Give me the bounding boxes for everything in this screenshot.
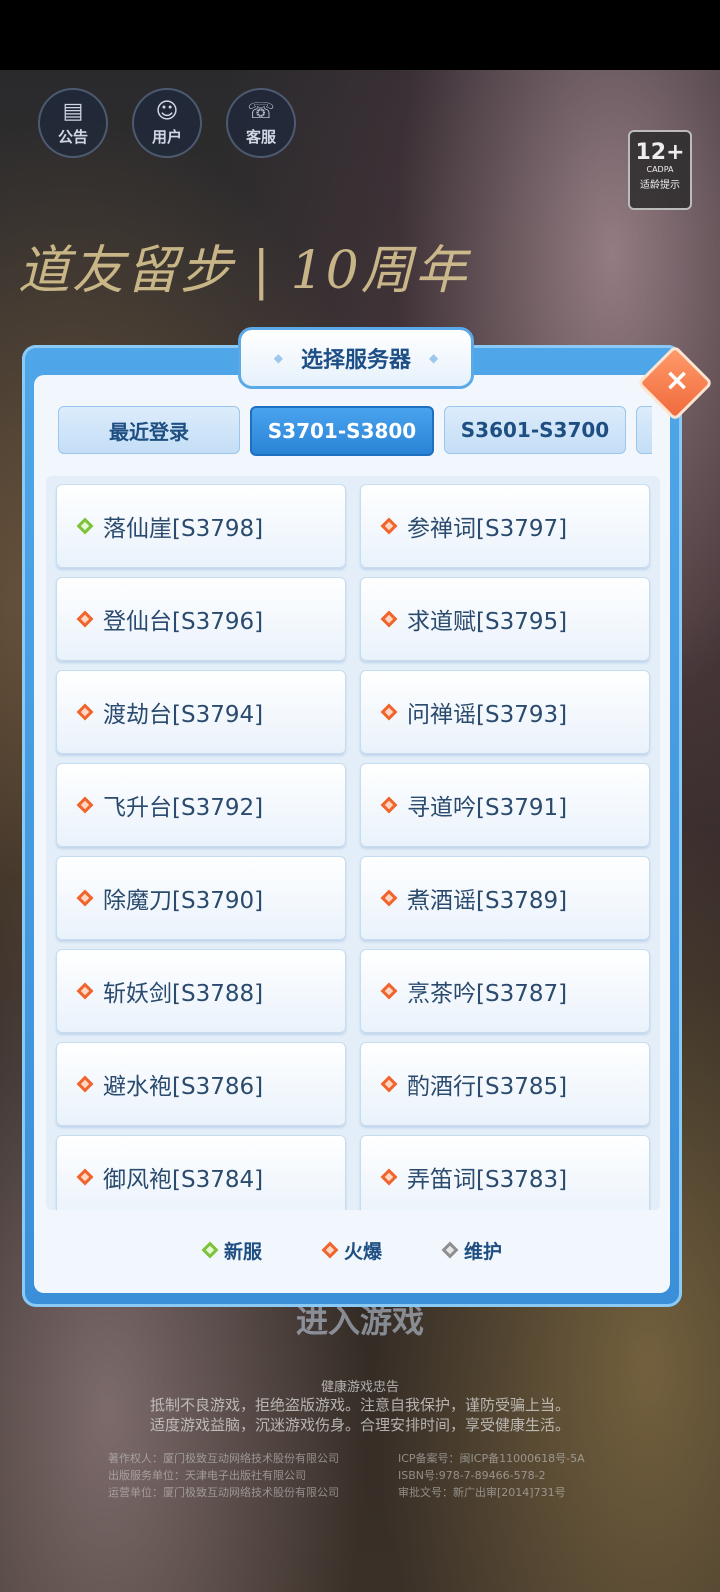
server-item[interactable]: 飞升台[S3792]: [56, 763, 346, 847]
server-item[interactable]: 落仙崖[S3798]: [56, 484, 346, 568]
credit-operator: 运营单位：厦门极致互动网络技术股份有限公司: [108, 1486, 339, 1499]
support-label: 客服: [245, 127, 276, 146]
hot-status-icon: [76, 889, 94, 907]
hot-status-icon: [380, 982, 398, 1000]
user-label: 用户: [151, 127, 182, 146]
dialog-title: 选择服务器: [300, 348, 411, 373]
server-name: 斩妖剑[S3788]: [103, 981, 264, 1007]
age-rating-badge[interactable]: 12+ CADPA 适龄提示: [628, 130, 692, 210]
server-item[interactable]: 寻道吟[S3791]: [360, 763, 650, 847]
server-item[interactable]: 问禅谣[S3793]: [360, 670, 650, 754]
hot-status-icon: [380, 703, 398, 721]
server-name: 飞升台[S3792]: [103, 795, 264, 821]
hot-status-icon: [76, 1075, 94, 1093]
tab-s3601-s3700[interactable]: S3601-S3700: [444, 406, 626, 454]
hot-status-icon: [380, 1075, 398, 1093]
notice-label: 公告: [57, 127, 88, 146]
age-rating-value: 12+: [635, 140, 685, 165]
credit-isbn: ISBN号:978-7-89466-578-2: [398, 1469, 546, 1482]
server-name: 煮酒谣[S3789]: [407, 888, 568, 914]
server-item[interactable]: 斩妖剑[S3788]: [56, 949, 346, 1033]
server-name: 酌酒行[S3785]: [407, 1074, 568, 1100]
tab-recent-login[interactable]: 最近登录: [58, 406, 240, 454]
hot-status-icon: [380, 610, 398, 628]
game-logo: 道友留步 | 10周年: [18, 241, 469, 301]
server-name: 烹茶吟[S3787]: [407, 981, 568, 1007]
server-name: 寻道吟[S3791]: [407, 795, 568, 821]
maintenance-status-icon: [441, 1241, 459, 1259]
hot-status-icon: [76, 610, 94, 628]
server-item[interactable]: 求道赋[S3795]: [360, 577, 650, 661]
server-name: 除魔刀[S3790]: [103, 888, 264, 914]
server-list[interactable]: 落仙崖[S3798] 参禅词[S3797] 登仙台[S3796] 求道赋[S3795]…: [46, 476, 660, 1210]
legend-hot: 火爆: [321, 1237, 382, 1264]
tab-next-partial[interactable]: [636, 406, 652, 454]
server-item[interactable]: 参禅词[S3797]: [360, 484, 650, 568]
health-notice-line-1: 抵制不良游戏，拒绝盗版游戏。注意自我保护，谨防受骗上当。: [149, 1396, 570, 1414]
hot-server-status-icon: [321, 1241, 339, 1259]
close-icon: ×: [664, 362, 690, 398]
server-item[interactable]: 酌酒行[S3785]: [360, 1042, 650, 1126]
age-rating-tip: 适龄提示: [640, 180, 680, 191]
health-notice-heading: 健康游戏忠告: [320, 1380, 399, 1395]
age-rating-org: CADPA: [646, 165, 674, 174]
server-name: 求道赋[S3795]: [407, 609, 568, 635]
hot-status-icon: [380, 1168, 398, 1186]
server-item[interactable]: 御风袍[S3784]: [56, 1135, 346, 1210]
server-name: 弄笛词[S3783]: [407, 1167, 568, 1193]
dialog-title-plate: ◆ 选择服务器 ◆: [238, 327, 474, 389]
hot-status-icon: [380, 796, 398, 814]
credit-copyright: 著作权人：厦门极致互动网络技术股份有限公司: [108, 1452, 339, 1465]
title-ornament-left-icon: ◆: [273, 351, 283, 365]
server-name: 御风袍[S3784]: [103, 1167, 264, 1193]
title-ornament-right-icon: ◆: [429, 351, 439, 365]
credit-publisher: 出版服务单位：天津电子出版社有限公司: [108, 1469, 306, 1482]
health-notice: 健康游戏忠告 抵制不良游戏，拒绝盗版游戏。注意自我保护，谨防受骗上当。 适度游戏…: [0, 1376, 720, 1435]
user-button[interactable]: ☺ 用户: [132, 88, 202, 158]
server-name: 问禅谣[S3793]: [407, 702, 568, 728]
user-icon: ☺: [155, 98, 179, 124]
publisher-credits: 著作权人：厦门极致互动网络技术股份有限公司 ICP备案号：闽ICP备110006…: [108, 1450, 608, 1501]
server-range-tabs: 最近登录 S3701-S3800 S3601-S3700: [58, 406, 652, 458]
status-bar: [0, 0, 720, 70]
new-status-icon: [76, 517, 94, 535]
hot-status-icon: [76, 703, 94, 721]
server-name: 渡劫台[S3794]: [103, 702, 264, 728]
server-grid: 落仙崖[S3798] 参禅词[S3797] 登仙台[S3796] 求道赋[S3795]…: [56, 484, 652, 1210]
server-name: 避水袍[S3786]: [103, 1074, 264, 1100]
server-name: 落仙崖[S3798]: [103, 516, 264, 542]
legend-new-label: 新服: [223, 1240, 262, 1263]
legend-maintenance-label: 维护: [464, 1240, 503, 1263]
legend-new: 新服: [201, 1237, 262, 1264]
status-legend: 新服 火爆 维护: [46, 1222, 660, 1278]
server-name: 参禅词[S3797]: [407, 516, 568, 542]
tab-s3701-s3800[interactable]: S3701-S3800: [250, 406, 434, 456]
server-item[interactable]: 渡劫台[S3794]: [56, 670, 346, 754]
hot-status-icon: [380, 889, 398, 907]
hot-status-icon: [380, 517, 398, 535]
notice-board-icon: ▤: [62, 98, 84, 124]
server-item[interactable]: 弄笛词[S3783]: [360, 1135, 650, 1210]
hot-status-icon: [76, 982, 94, 1000]
top-icon-bar: ▤ 公告 ☺ 用户 ☏ 客服: [38, 88, 296, 158]
support-chat-icon: ☏: [247, 98, 275, 124]
new-server-status-icon: [201, 1241, 219, 1259]
credit-icp: ICP备案号：闽ICP备11000618号-5A: [398, 1452, 585, 1465]
hot-status-icon: [76, 796, 94, 814]
server-item[interactable]: 除魔刀[S3790]: [56, 856, 346, 940]
server-item[interactable]: 烹茶吟[S3787]: [360, 949, 650, 1033]
legend-maintenance: 维护: [441, 1237, 503, 1264]
credit-approval: 审批文号：新广出审[2014]731号: [398, 1486, 566, 1499]
health-notice-line-2: 适度游戏益脑，沉迷游戏伤身。合理安排时间，享受健康生活。: [149, 1416, 570, 1434]
legend-hot-label: 火爆: [343, 1240, 382, 1263]
server-item[interactable]: 煮酒谣[S3789]: [360, 856, 650, 940]
support-button[interactable]: ☏ 客服: [226, 88, 296, 158]
server-item[interactable]: 登仙台[S3796]: [56, 577, 346, 661]
notice-button[interactable]: ▤ 公告: [38, 88, 108, 158]
server-name: 登仙台[S3796]: [103, 609, 264, 635]
hot-status-icon: [76, 1168, 94, 1186]
server-item[interactable]: 避水袍[S3786]: [56, 1042, 346, 1126]
